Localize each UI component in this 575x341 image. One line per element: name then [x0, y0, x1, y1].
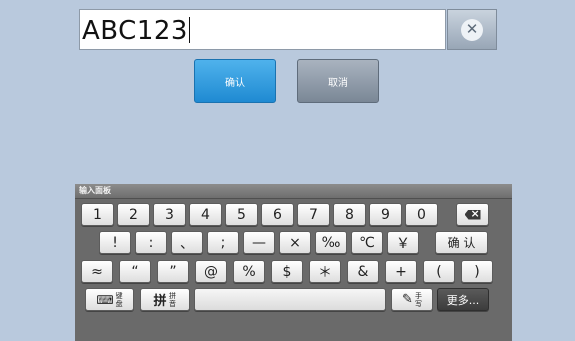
key-0[interactable]: 0	[405, 203, 438, 226]
key-left-quote[interactable]: “	[119, 260, 151, 283]
key-ampersand[interactable]: &	[347, 260, 379, 283]
pinyin-sublabel: 拼音	[169, 291, 176, 308]
text-input[interactable]: ABC123	[79, 9, 446, 50]
key-exclamation[interactable]: !	[99, 231, 131, 254]
handwrite-icon: ✎	[402, 292, 413, 307]
key-semicolon[interactable]: ;	[207, 231, 239, 254]
cancel-label: 取消	[328, 77, 348, 89]
panel-title: 输入面板	[75, 184, 512, 199]
handwrite-label: 手写	[414, 291, 422, 308]
handwrite-key[interactable]: ✎ 手写	[391, 288, 433, 311]
key-7[interactable]: 7	[297, 203, 330, 226]
key-permille[interactable]: ‰	[315, 231, 347, 254]
key-5[interactable]: 5	[225, 203, 258, 226]
clear-button[interactable]: ✕	[447, 9, 497, 50]
input-panel: 输入面板 1 2 3 4 5 6 7 8 9 0 ! : 、 ; — × ‰ ℃…	[75, 184, 512, 341]
key-right-paren[interactable]: )	[461, 260, 493, 283]
key-times[interactable]: ×	[279, 231, 311, 254]
text-input-value: ABC123	[82, 16, 188, 46]
key-percent[interactable]: %	[233, 260, 265, 283]
enter-key[interactable]: 确 认	[435, 231, 488, 254]
key-dunhao[interactable]: 、	[171, 231, 203, 254]
key-colon[interactable]: :	[135, 231, 167, 254]
pinyin-label: 拼	[153, 294, 167, 309]
key-8[interactable]: 8	[333, 203, 366, 226]
key-left-paren[interactable]: (	[423, 260, 455, 283]
keyboard-label: 键盘	[115, 291, 123, 308]
backspace-key[interactable]	[456, 203, 489, 226]
clear-icon: ✕	[461, 18, 483, 41]
key-1[interactable]: 1	[81, 203, 114, 226]
key-3[interactable]: 3	[153, 203, 186, 226]
key-6[interactable]: 6	[261, 203, 294, 226]
key-asterisk[interactable]: ＊	[309, 260, 341, 283]
backspace-icon	[464, 209, 481, 220]
key-approx[interactable]: ≈	[81, 260, 113, 283]
confirm-button[interactable]: 确认	[194, 59, 276, 103]
space-key[interactable]	[194, 288, 386, 311]
more-key[interactable]: 更多...	[437, 288, 489, 311]
key-dollar[interactable]: $	[271, 260, 303, 283]
pinyin-key[interactable]: 拼 拼音	[140, 288, 190, 311]
more-label: 更多...	[446, 293, 480, 307]
key-2[interactable]: 2	[117, 203, 150, 226]
key-dash[interactable]: —	[243, 231, 275, 254]
key-9[interactable]: 9	[369, 203, 402, 226]
keyboard-icon: ⌨	[96, 292, 114, 307]
key-right-quote[interactable]: ”	[157, 260, 189, 283]
text-caret	[188, 17, 190, 43]
cancel-button[interactable]: 取消	[297, 59, 379, 103]
key-yen[interactable]: ￥	[387, 231, 419, 254]
key-at[interactable]: @	[195, 260, 227, 283]
keyboard-switch-key[interactable]: ⌨ 键盘	[85, 288, 134, 311]
confirm-label: 确认	[225, 77, 245, 89]
key-celsius[interactable]: ℃	[351, 231, 383, 254]
input-row: ABC123 ✕	[79, 9, 497, 52]
key-plus[interactable]: +	[385, 260, 417, 283]
key-4[interactable]: 4	[189, 203, 222, 226]
